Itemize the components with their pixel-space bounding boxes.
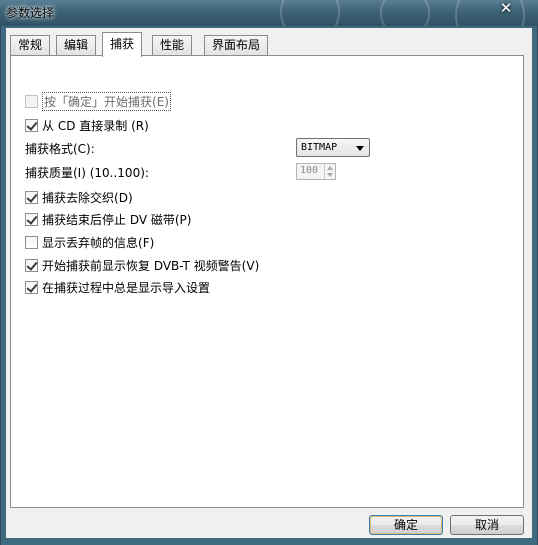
format-row: 捕获格式(C):	[25, 140, 95, 156]
deinterlace-checkbox[interactable]	[25, 190, 38, 204]
quality-stepper[interactable]: 100	[296, 163, 336, 180]
dvbt-warning-label: 开始捕获前显示恢复 DVB-T 视频警告(V)	[42, 258, 260, 273]
ok-button[interactable]: 确定	[369, 515, 443, 535]
tab-ui-layout[interactable]: 界面布局	[204, 35, 269, 56]
dialog-client: 常规 编辑 捕获 性能 界面布局 按「确定」开始捕获(E) 从 CD 直接录制 …	[6, 28, 532, 538]
close-button[interactable]: ✕	[494, 0, 518, 18]
close-icon: ✕	[499, 0, 513, 17]
option-deinterlace: 捕获去除交织(D)	[25, 189, 133, 205]
direct-cd-checkbox[interactable]	[25, 118, 38, 132]
format-label: 捕获格式(C):	[25, 141, 95, 156]
import-settings-label: 在捕获过程中总是显示导入设置	[42, 280, 211, 295]
show-dropped-checkbox[interactable]	[25, 235, 38, 249]
quality-value: 100	[300, 165, 319, 176]
stepper-down-icon[interactable]	[327, 173, 333, 177]
option-dvbt-warning: 开始捕获前显示恢复 DVB-T 视频警告(V)	[25, 257, 259, 273]
option-direct-cd: 从 CD 直接录制 (R)	[25, 117, 149, 133]
stop-dv-label: 捕获结束后停止 DV 磁带(P)	[42, 212, 192, 227]
title-bar: 参数选择 ✕	[0, 0, 538, 26]
tab-edit[interactable]: 编辑	[56, 35, 97, 56]
capture-panel: 按「确定」开始捕获(E) 从 CD 直接录制 (R) 捕获格式(C): BITM…	[10, 55, 524, 508]
direct-cd-label: 从 CD 直接录制 (R)	[42, 118, 149, 133]
show-dropped-label: 显示丢弃帧的信息(F)	[42, 235, 155, 250]
press-ok-checkbox[interactable]	[25, 94, 38, 108]
tab-capture[interactable]: 捕获	[102, 32, 143, 57]
chevron-down-icon	[356, 146, 364, 151]
stepper-buttons	[324, 164, 335, 179]
quality-row: 捕获质量(I) (10..100):	[25, 164, 149, 180]
tab-general[interactable]: 常规	[10, 35, 51, 56]
cancel-button[interactable]: 取消	[450, 515, 524, 535]
quality-label: 捕获质量(I) (10..100):	[25, 165, 149, 180]
import-settings-checkbox[interactable]	[25, 280, 38, 294]
tab-performance[interactable]: 性能	[152, 35, 193, 56]
decorative-bubble	[380, 0, 430, 26]
window-title: 参数选择	[6, 6, 55, 20]
capture-format-select[interactable]: BITMAP	[296, 138, 370, 157]
stepper-up-icon[interactable]	[327, 166, 333, 170]
stop-dv-checkbox[interactable]	[25, 212, 38, 226]
deinterlace-label: 捕获去除交织(D)	[42, 190, 133, 205]
option-stop-dv: 捕获结束后停止 DV 磁带(P)	[25, 211, 191, 227]
press-ok-label: 按「确定」开始捕获(E)	[42, 91, 171, 111]
decorative-bubble	[280, 0, 340, 26]
option-press-ok: 按「确定」开始捕获(E)	[25, 91, 171, 111]
option-show-dropped: 显示丢弃帧的信息(F)	[25, 234, 154, 250]
option-import-settings: 在捕获过程中总是显示导入设置	[25, 279, 210, 295]
dvbt-warning-checkbox[interactable]	[25, 258, 38, 272]
